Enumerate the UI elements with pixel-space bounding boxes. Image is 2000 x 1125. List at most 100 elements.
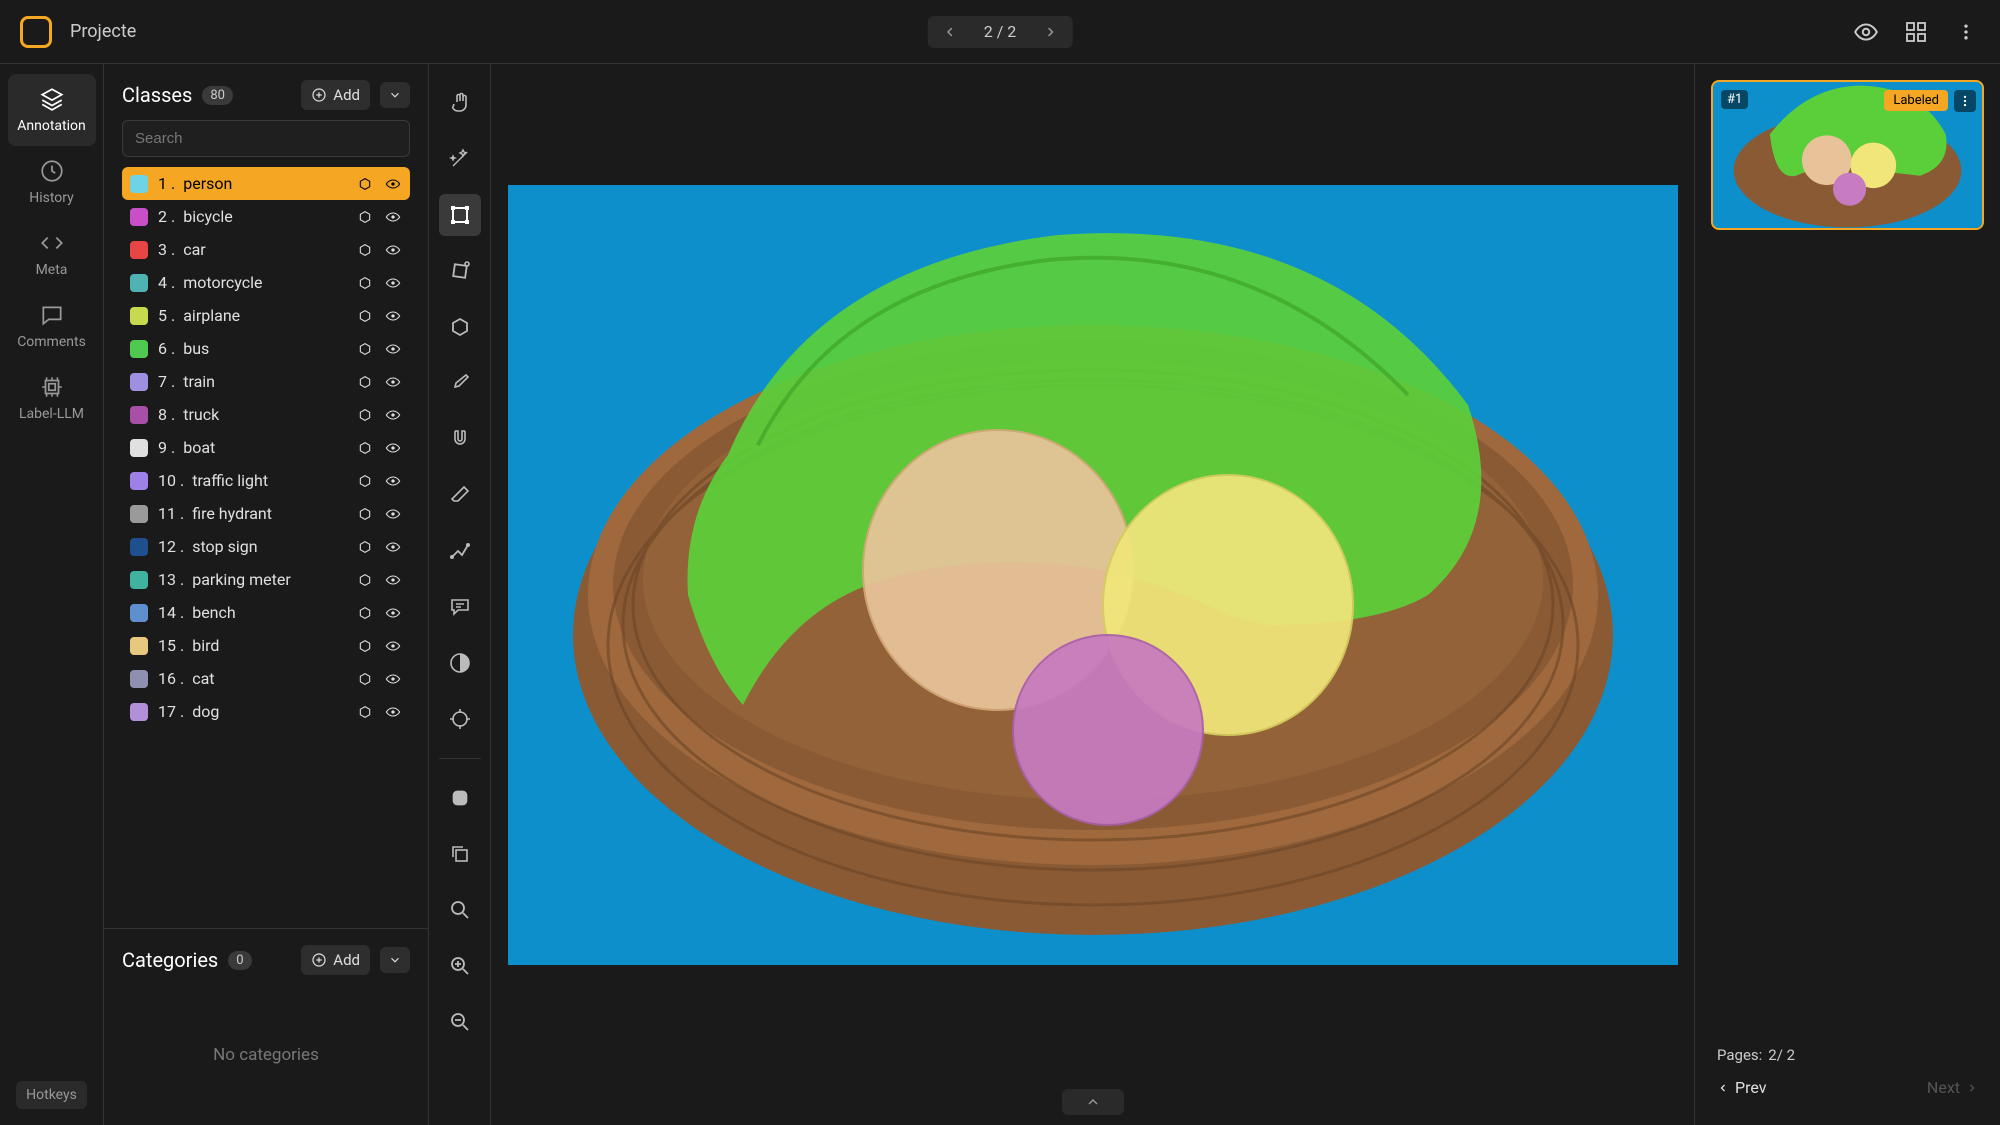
shape-tool[interactable]	[439, 777, 481, 819]
visibility-icon[interactable]	[384, 538, 402, 556]
class-actions	[356, 340, 402, 358]
thumb-menu-button[interactable]	[1954, 90, 1976, 112]
polygon-count-icon[interactable]	[356, 241, 374, 259]
polygon-count-icon[interactable]	[356, 340, 374, 358]
class-actions	[356, 208, 402, 226]
thumb-tag: #1	[1721, 90, 1748, 109]
add-class-button[interactable]: Add	[301, 80, 370, 110]
polygon-count-icon[interactable]	[356, 604, 374, 622]
class-row[interactable]: 11 . fire hydrant	[122, 497, 410, 530]
visibility-icon[interactable]	[384, 406, 402, 424]
class-row[interactable]: 1 . person	[122, 167, 410, 200]
class-row[interactable]: 7 . train	[122, 365, 410, 398]
next-page-button[interactable]	[1040, 22, 1060, 42]
category-dropdown-button[interactable]	[380, 947, 410, 973]
polygon-count-icon[interactable]	[356, 406, 374, 424]
canvas-panel-handle[interactable]	[1062, 1089, 1124, 1115]
polygon-count-icon[interactable]	[356, 472, 374, 490]
rail-history[interactable]: History	[8, 146, 96, 218]
class-name: bench	[192, 603, 236, 622]
class-row[interactable]: 10 . traffic light	[122, 464, 410, 497]
visibility-icon[interactable]	[384, 274, 402, 292]
polygon-tool[interactable]	[439, 306, 481, 348]
target-tool[interactable]	[439, 698, 481, 740]
visibility-icon[interactable]	[384, 307, 402, 325]
visibility-icon[interactable]	[384, 373, 402, 391]
eraser-icon	[448, 483, 472, 507]
polygon-count-icon[interactable]	[356, 307, 374, 325]
comment-tool[interactable]	[439, 586, 481, 628]
search-input[interactable]	[122, 120, 410, 157]
visibility-icon[interactable]	[384, 439, 402, 457]
canvas[interactable]	[508, 185, 1678, 965]
polygon-count-icon[interactable]	[356, 637, 374, 655]
zoom-out-tool[interactable]	[439, 1001, 481, 1043]
class-row[interactable]: 12 . stop sign	[122, 530, 410, 563]
visibility-icon[interactable]	[384, 571, 402, 589]
polygon-count-icon[interactable]	[356, 439, 374, 457]
visibility-icon[interactable]	[384, 340, 402, 358]
polygon-count-icon[interactable]	[356, 703, 374, 721]
magic-tool[interactable]	[439, 138, 481, 180]
class-row[interactable]: 15 . bird	[122, 629, 410, 662]
class-row[interactable]: 16 . cat	[122, 662, 410, 695]
class-row[interactable]: 14 . bench	[122, 596, 410, 629]
visibility-icon[interactable]	[384, 604, 402, 622]
class-name: bird	[192, 636, 219, 655]
class-row[interactable]: 5 . airplane	[122, 299, 410, 332]
polygon-count-icon[interactable]	[356, 208, 374, 226]
class-row[interactable]: 6 . bus	[122, 332, 410, 365]
next-button[interactable]: Next	[1927, 1078, 1978, 1097]
canvas-area[interactable]	[491, 64, 1694, 1125]
contrast-tool[interactable]	[439, 642, 481, 684]
grid-view-button[interactable]	[1902, 18, 1930, 46]
class-actions	[356, 538, 402, 556]
rotated-bbox-tool[interactable]	[439, 250, 481, 292]
rail-annotation[interactable]: Annotation	[8, 74, 96, 146]
polygon-count-icon[interactable]	[356, 175, 374, 193]
polygon-count-icon[interactable]	[356, 670, 374, 688]
eraser-tool[interactable]	[439, 474, 481, 516]
polygon-count-icon[interactable]	[356, 274, 374, 292]
rail-label-llm[interactable]: Label-LLM	[8, 362, 96, 434]
rail-meta[interactable]: Meta	[8, 218, 96, 290]
class-row[interactable]: 13 . parking meter	[122, 563, 410, 596]
class-row[interactable]: 17 . dog	[122, 695, 410, 728]
visibility-icon[interactable]	[384, 175, 402, 193]
copy-tool[interactable]	[439, 833, 481, 875]
more-vertical-icon	[1956, 22, 1976, 42]
polygon-count-icon[interactable]	[356, 538, 374, 556]
brush-tool[interactable]	[439, 362, 481, 404]
more-button[interactable]	[1952, 18, 1980, 46]
visibility-icon[interactable]	[384, 208, 402, 226]
polygon-count-icon[interactable]	[356, 571, 374, 589]
zoom-in-tool[interactable]	[439, 945, 481, 987]
polyline-tool[interactable]	[439, 530, 481, 572]
visibility-icon[interactable]	[384, 703, 402, 721]
class-row[interactable]: 2 . bicycle	[122, 200, 410, 233]
class-row[interactable]: 8 . truck	[122, 398, 410, 431]
visibility-button[interactable]	[1852, 18, 1880, 46]
polygon-count-icon[interactable]	[356, 505, 374, 523]
add-category-button[interactable]: Add	[301, 945, 370, 975]
pan-tool[interactable]	[439, 82, 481, 124]
visibility-icon[interactable]	[384, 505, 402, 523]
thumbnail[interactable]: #1 Labeled	[1711, 80, 1984, 230]
class-row[interactable]: 3 . car	[122, 233, 410, 266]
visibility-icon[interactable]	[384, 670, 402, 688]
class-row[interactable]: 9 . boat	[122, 431, 410, 464]
hotkeys-button[interactable]: Hotkeys	[16, 1081, 87, 1109]
magnet-tool[interactable]	[439, 418, 481, 460]
bbox-tool[interactable]	[439, 194, 481, 236]
visibility-icon[interactable]	[384, 637, 402, 655]
visibility-icon[interactable]	[384, 472, 402, 490]
prev-button[interactable]: Prev	[1717, 1078, 1767, 1097]
class-row[interactable]: 4 . motorcycle	[122, 266, 410, 299]
polygon-count-icon[interactable]	[356, 373, 374, 391]
visibility-icon[interactable]	[384, 241, 402, 259]
class-dropdown-button[interactable]	[380, 82, 410, 108]
zoom-tool[interactable]	[439, 889, 481, 931]
app-logo[interactable]	[20, 16, 52, 48]
prev-page-button[interactable]	[940, 22, 960, 42]
rail-comments[interactable]: Comments	[8, 290, 96, 362]
